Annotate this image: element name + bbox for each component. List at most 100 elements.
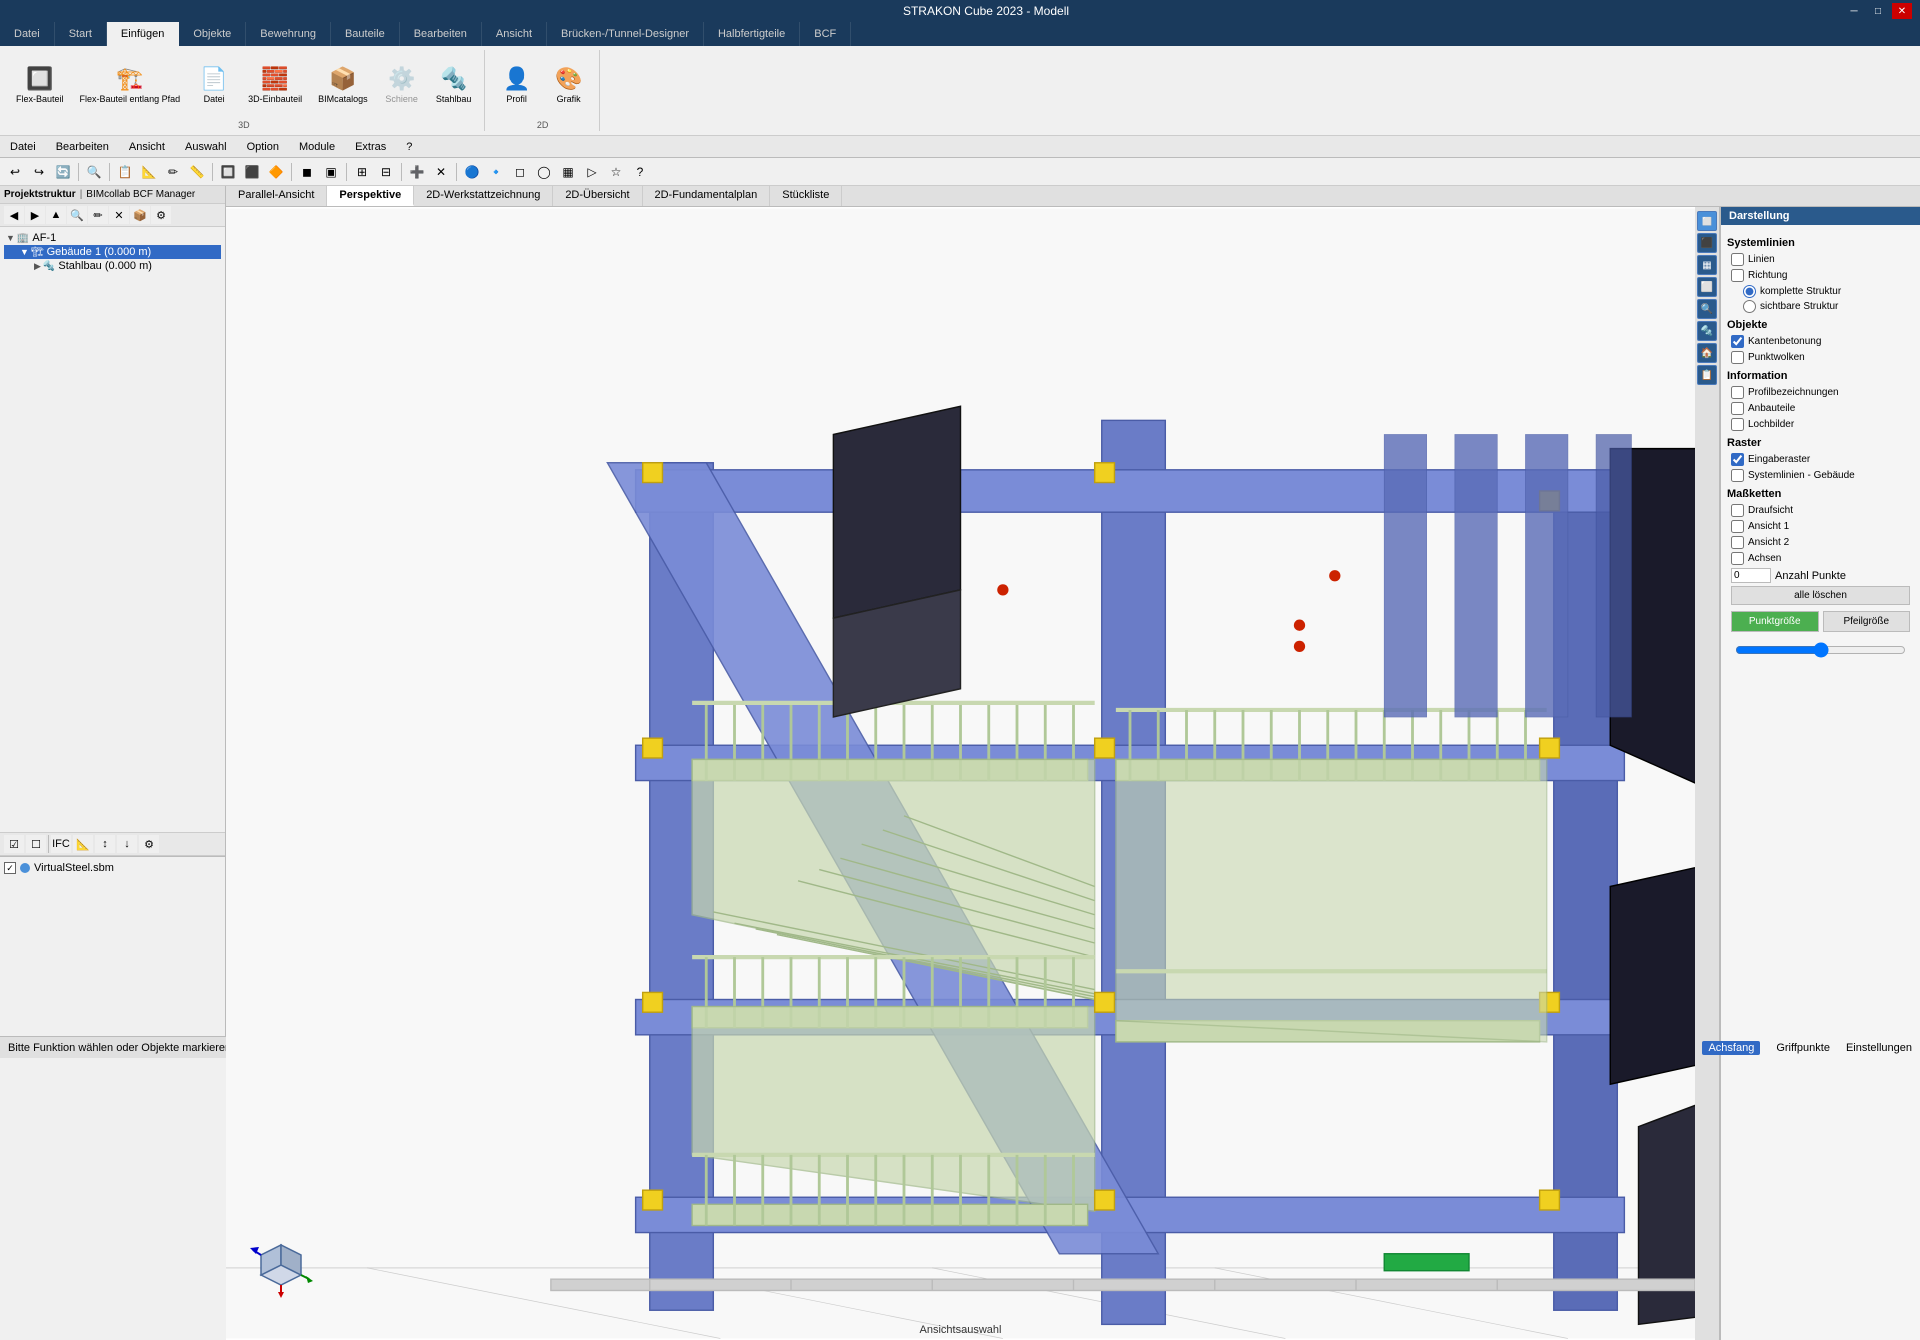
ribbon-btn-stahlbau[interactable]: 🔩Stahlbau bbox=[430, 50, 478, 120]
ribbon-tab-halbfertigteile[interactable]: Halbfertigteile bbox=[704, 22, 800, 46]
ifc-checkbox[interactable] bbox=[4, 862, 16, 874]
anzahl-punkte-input[interactable] bbox=[1731, 568, 1771, 583]
cb-lochbilder[interactable] bbox=[1731, 418, 1744, 431]
ribbon-tab-bewehrung[interactable]: Bewehrung bbox=[246, 22, 331, 46]
menu-item-bearbeiten[interactable]: Bearbeiten bbox=[46, 139, 119, 155]
lpanel-btn7[interactable]: ⚙ bbox=[139, 835, 159, 853]
menu-item-datei[interactable]: Datei bbox=[0, 139, 46, 155]
right-icon-2[interactable]: ⬛ bbox=[1697, 233, 1717, 253]
lpanel-btn2[interactable]: ☐ bbox=[26, 835, 46, 853]
tree-btn-pkg[interactable]: 📦 bbox=[130, 206, 150, 224]
tree-btn-search[interactable]: 🔍 bbox=[67, 206, 87, 224]
cb-richtung[interactable] bbox=[1731, 269, 1744, 282]
view-tab-perspektive[interactable]: Perspektive bbox=[327, 186, 414, 206]
ribbon-tab-start[interactable]: Start bbox=[55, 22, 107, 46]
toolbar-btn-18[interactable]: ⊞ bbox=[351, 161, 373, 183]
ribbon-tab-datei[interactable]: Datei bbox=[0, 22, 55, 46]
ribbon-tab-einfügen[interactable]: Einfügen bbox=[107, 22, 179, 46]
tree-btn-up[interactable]: ▲ bbox=[46, 206, 66, 224]
ribbon-tab-objekte[interactable]: Objekte bbox=[179, 22, 246, 46]
toolbar-btn-0[interactable]: ↩ bbox=[4, 161, 26, 183]
view-tab-2d-fundamentalplan[interactable]: 2D-Fundamentalplan bbox=[643, 186, 771, 206]
toolbar-btn-28[interactable]: ▦ bbox=[557, 161, 579, 183]
punktgroesse-button[interactable]: Punktgröße bbox=[1731, 611, 1819, 632]
toolbar-btn-2[interactable]: 🔄 bbox=[52, 161, 74, 183]
tree-item-gebaude[interactable]: ▼ 🏗 Gebäude 1 (0.000 m) bbox=[4, 245, 221, 259]
status-einstellungen[interactable]: Einstellungen bbox=[1846, 1042, 1912, 1054]
toolbar-btn-29[interactable]: ▷ bbox=[581, 161, 603, 183]
ribbon-btn-flex-bauteil[interactable]: 🔲Flex-Bauteil bbox=[10, 50, 70, 120]
toolbar-btn-22[interactable]: ✕ bbox=[430, 161, 452, 183]
menu-item-extras[interactable]: Extras bbox=[345, 139, 396, 155]
cb-profilbez[interactable] bbox=[1731, 386, 1744, 399]
cb-kantenbetonung[interactable] bbox=[1731, 335, 1744, 348]
titlebar-controls[interactable]: ─ □ ✕ bbox=[1844, 3, 1912, 19]
toolbar-btn-24[interactable]: 🔵 bbox=[461, 161, 483, 183]
menu-item-auswahl[interactable]: Auswahl bbox=[175, 139, 237, 155]
view-tab-parallel-ansicht[interactable]: Parallel-Ansicht bbox=[226, 186, 327, 206]
right-icon-6[interactable]: 🔩 bbox=[1697, 321, 1717, 341]
toolbar-btn-8[interactable]: ✏ bbox=[162, 161, 184, 183]
toolbar-btn-9[interactable]: 📏 bbox=[186, 161, 208, 183]
toolbar-btn-27[interactable]: ◯ bbox=[533, 161, 555, 183]
toolbar-btn-16[interactable]: ▣ bbox=[320, 161, 342, 183]
lpanel-btn3[interactable]: IFC bbox=[51, 835, 71, 853]
toolbar-btn-15[interactable]: ◼ bbox=[296, 161, 318, 183]
tree-btn-delete[interactable]: ✕ bbox=[109, 206, 129, 224]
cb-ansicht2[interactable] bbox=[1731, 536, 1744, 549]
toolbar-btn-6[interactable]: 📋 bbox=[114, 161, 136, 183]
close-button[interactable]: ✕ bbox=[1892, 3, 1912, 19]
cb-anbauteile[interactable] bbox=[1731, 402, 1744, 415]
right-icon-3[interactable]: ▦ bbox=[1697, 255, 1717, 275]
cb-systemlinien-gebaeude[interactable] bbox=[1731, 469, 1744, 482]
ribbon-btn-profil[interactable]: 👤Profil bbox=[493, 50, 541, 120]
tree-btn-back[interactable]: ◀ bbox=[4, 206, 24, 224]
ribbon-tab-bcf[interactable]: BCF bbox=[800, 22, 851, 46]
toolbar-btn-21[interactable]: ➕ bbox=[406, 161, 428, 183]
right-icon-5[interactable]: 🔍 bbox=[1697, 299, 1717, 319]
cb-achsen[interactable] bbox=[1731, 552, 1744, 565]
view-tab-2d-werkstattzeichnung[interactable]: 2D-Werkstattzeichnung bbox=[414, 186, 553, 206]
toolbar-btn-13[interactable]: 🔶 bbox=[265, 161, 287, 183]
maximize-button[interactable]: □ bbox=[1868, 3, 1888, 19]
cb-linien[interactable] bbox=[1731, 253, 1744, 266]
ribbon-btn-datei[interactable]: 📄Datei bbox=[190, 50, 238, 120]
size-slider[interactable] bbox=[1735, 642, 1906, 658]
toolbar-btn-12[interactable]: ⬛ bbox=[241, 161, 263, 183]
menu-item-option[interactable]: Option bbox=[237, 139, 289, 155]
toolbar-btn-30[interactable]: ☆ bbox=[605, 161, 627, 183]
toolbar-btn-1[interactable]: ↪ bbox=[28, 161, 50, 183]
tree-btn-settings[interactable]: ⚙ bbox=[151, 206, 171, 224]
cb-draufsicht[interactable] bbox=[1731, 504, 1744, 517]
right-icon-4[interactable]: ⬜ bbox=[1697, 277, 1717, 297]
cb-ansicht1[interactable] bbox=[1731, 520, 1744, 533]
toolbar-btn-11[interactable]: 🔲 bbox=[217, 161, 239, 183]
minimize-button[interactable]: ─ bbox=[1844, 3, 1864, 19]
radio-sichtbare[interactable] bbox=[1743, 300, 1756, 313]
viewport[interactable]: Ansichtsauswahl bbox=[226, 207, 1695, 1340]
toolbar-btn-4[interactable]: 🔍 bbox=[83, 161, 105, 183]
right-icon-7[interactable]: 🏠 bbox=[1697, 343, 1717, 363]
ribbon-btn-3d-einbauteil[interactable]: 🧱3D-Einbauteil bbox=[242, 50, 308, 120]
lpanel-btn5[interactable]: ↕ bbox=[95, 835, 115, 853]
cb-punktwolken[interactable] bbox=[1731, 351, 1744, 364]
toolbar-btn-26[interactable]: ◻ bbox=[509, 161, 531, 183]
ribbon-tab-ansicht[interactable]: Ansicht bbox=[482, 22, 547, 46]
ifc-item-virtualsteel[interactable]: VirtualSteel.sbm bbox=[4, 861, 221, 875]
ribbon-btn-grafik[interactable]: 🎨Grafik bbox=[545, 50, 593, 120]
radio-komplette[interactable] bbox=[1743, 285, 1756, 298]
ribbon-btn-flex-bauteil-entlang-pfad[interactable]: 🏗️Flex-Bauteil entlang Pfad bbox=[74, 50, 187, 120]
status-griffpunkte[interactable]: Griffpunkte bbox=[1776, 1042, 1830, 1054]
lpanel-btn4[interactable]: 📐 bbox=[73, 835, 93, 853]
toolbar-btn-19[interactable]: ⊟ bbox=[375, 161, 397, 183]
tree-btn-edit[interactable]: ✏ bbox=[88, 206, 108, 224]
toolbar-btn-25[interactable]: 🔹 bbox=[485, 161, 507, 183]
cb-eingaberaster[interactable] bbox=[1731, 453, 1744, 466]
status-achsfang[interactable]: Achsfang bbox=[1702, 1041, 1760, 1055]
menu-item-module[interactable]: Module bbox=[289, 139, 345, 155]
view-tab-stückliste[interactable]: Stückliste bbox=[770, 186, 842, 206]
view-tab-2d-übersicht[interactable]: 2D-Übersicht bbox=[553, 186, 642, 206]
right-icon-darstellung[interactable]: ⬜ bbox=[1697, 211, 1717, 231]
menu-item-ansicht[interactable]: Ansicht bbox=[119, 139, 175, 155]
right-icon-8[interactable]: 📋 bbox=[1697, 365, 1717, 385]
